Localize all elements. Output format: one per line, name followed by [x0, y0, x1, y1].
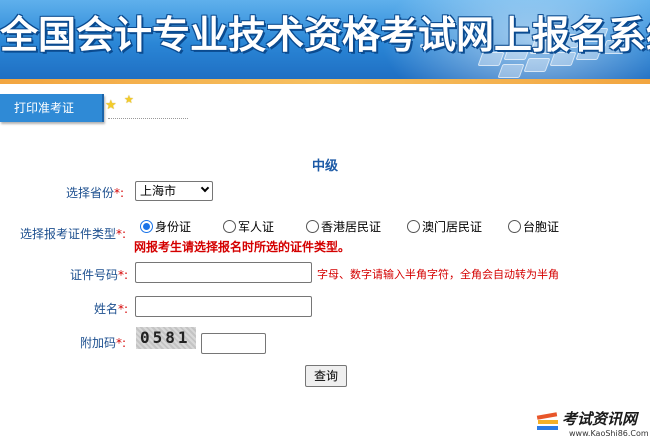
radio-military-card[interactable]: 军人证: [223, 218, 274, 234]
watermark-url: www.KaoShi86.Com: [569, 429, 649, 438]
id-number-input[interactable]: [135, 262, 312, 283]
name-input[interactable]: [135, 296, 312, 317]
star-icon: ★: [105, 98, 117, 113]
query-button[interactable]: 查询: [305, 365, 347, 387]
tab-print-admission-ticket[interactable]: 打印准考证: [0, 94, 104, 122]
id-type-label: 选择报考证件类型*:: [20, 227, 127, 241]
books-icon: [536, 412, 558, 430]
captcha-input[interactable]: [201, 333, 266, 354]
site-title: 全国会计专业技术资格考试网上报名系统: [0, 12, 650, 57]
captcha-image[interactable]: 0581: [136, 327, 196, 349]
banner-stripe: [0, 79, 650, 84]
watermark: 考试资讯网 www.KaoShi86.Com: [536, 408, 649, 442]
page-title: 中级: [311, 159, 338, 174]
captcha-label: 附加码*:: [80, 336, 127, 350]
id-number-label: 证件号码*:: [70, 268, 129, 282]
radio-icon: [407, 220, 420, 233]
radio-id-card[interactable]: 身份证: [140, 218, 191, 234]
radio-taiwan-card[interactable]: 台胞证: [508, 218, 559, 234]
divider: [108, 118, 188, 119]
chevron-down-icon: [200, 183, 210, 193]
nav-bar: 打印准考证 ★ ★: [0, 92, 650, 122]
radio-hongkong-card[interactable]: 香港居民证: [306, 218, 381, 234]
name-label: 姓名*:: [94, 302, 129, 316]
radio-macau-card[interactable]: 澳门居民证: [407, 218, 482, 234]
radio-icon: [508, 220, 521, 233]
radio-icon: [223, 220, 236, 233]
province-label: 选择省份*:: [66, 186, 125, 200]
header-banner: 全国会计专业技术资格考试网上报名系统: [0, 0, 650, 79]
radio-checked-icon: [140, 220, 153, 233]
star-icon: ★: [124, 93, 134, 106]
province-select[interactable]: 上海市: [135, 181, 213, 201]
id-type-note: 网报考生请选择报名时所选的证件类型。: [134, 240, 351, 254]
id-number-hint: 字母、数字请输入半角字符，全角会自动转为半角: [317, 268, 559, 281]
watermark-title: 考试资讯网: [562, 410, 638, 428]
radio-icon: [306, 220, 319, 233]
